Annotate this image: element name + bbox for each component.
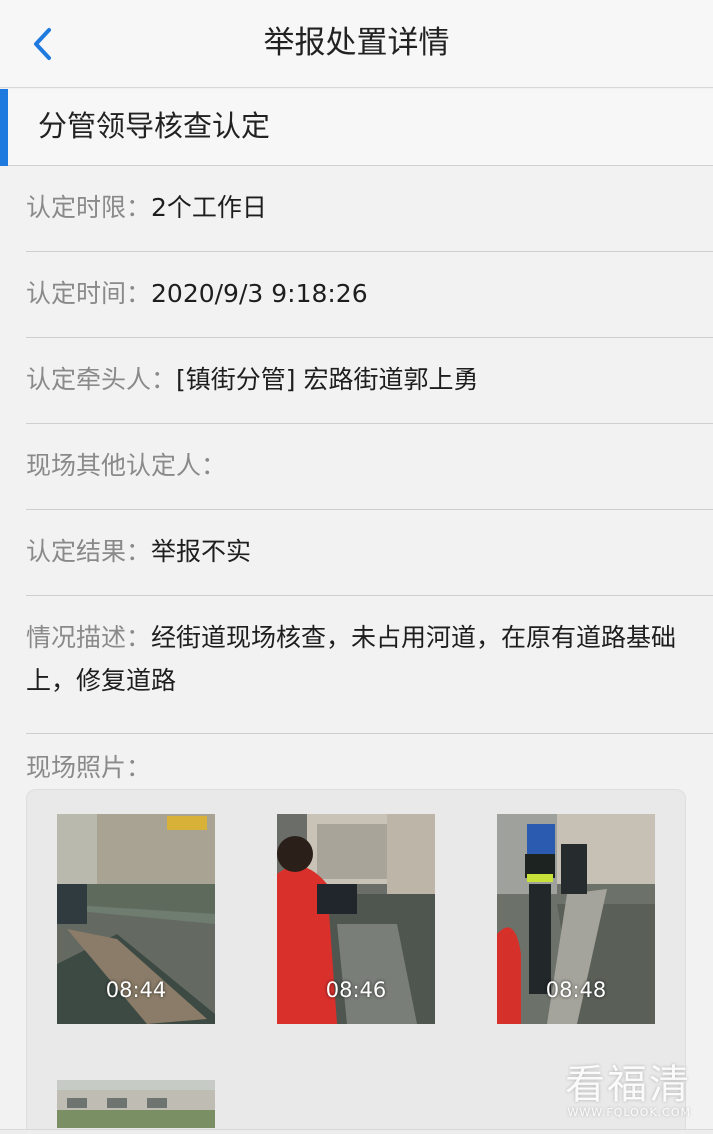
field-time-value: 2020/9/3 9:18:26: [151, 279, 368, 308]
photo-thumbnail-3[interactable]: 08:48: [497, 814, 655, 1024]
photo-thumbnail-2[interactable]: 08:46: [277, 814, 435, 1024]
section-accent-bar: [0, 89, 8, 166]
bottom-edge: [0, 1129, 713, 1134]
section-header: 分管领导核查认定: [0, 89, 713, 166]
watermark: 看福清 WWW.FQLOOK.COM: [565, 1052, 691, 1119]
section-title: 分管领导核查认定: [38, 109, 271, 143]
field-limit: 认定时限：2个工作日: [26, 166, 713, 252]
photo-timestamp-2: 08:46: [325, 978, 387, 1002]
photo-timestamp-3: 08:48: [545, 978, 607, 1002]
field-desc: 情况描述：经街道现场核查，未占用河道，在原有道路基础上，修复道路: [26, 596, 713, 734]
field-time-label: 认定时间：: [26, 279, 152, 308]
watermark-logo: 看福清: [565, 1062, 691, 1108]
page-title: 举报处置详情: [263, 25, 450, 61]
photo-thumbnail-1[interactable]: 08:44: [57, 814, 215, 1024]
photos-label: 现场照片：: [26, 753, 152, 782]
field-others: 现场其他认定人：: [26, 424, 713, 510]
photo-timestamp-1: 08:44: [105, 978, 167, 1002]
field-lead-label: 认定牵头人：: [26, 365, 177, 394]
field-lead: 认定牵头人：[镇街分管] 宏路街道郭上勇: [26, 338, 713, 424]
field-result-label: 认定结果：: [26, 537, 152, 566]
field-limit-label: 认定时限：: [26, 193, 152, 222]
field-others-label: 现场其他认定人：: [26, 451, 227, 480]
field-lead-value: [镇街分管] 宏路街道郭上勇: [176, 365, 479, 394]
watermark-url: WWW.FQLOOK.COM: [567, 1106, 691, 1119]
field-time: 认定时间：2020/9/3 9:18:26: [26, 252, 713, 338]
field-result-value: 举报不实: [151, 537, 252, 566]
field-result: 认定结果：举报不实: [26, 510, 713, 596]
photo-thumbnail-4[interactable]: [57, 1080, 215, 1128]
field-desc-label: 情况描述：: [26, 623, 152, 652]
nav-bar: 举报处置详情: [0, 0, 713, 88]
field-limit-value: 2个工作日: [151, 193, 267, 222]
